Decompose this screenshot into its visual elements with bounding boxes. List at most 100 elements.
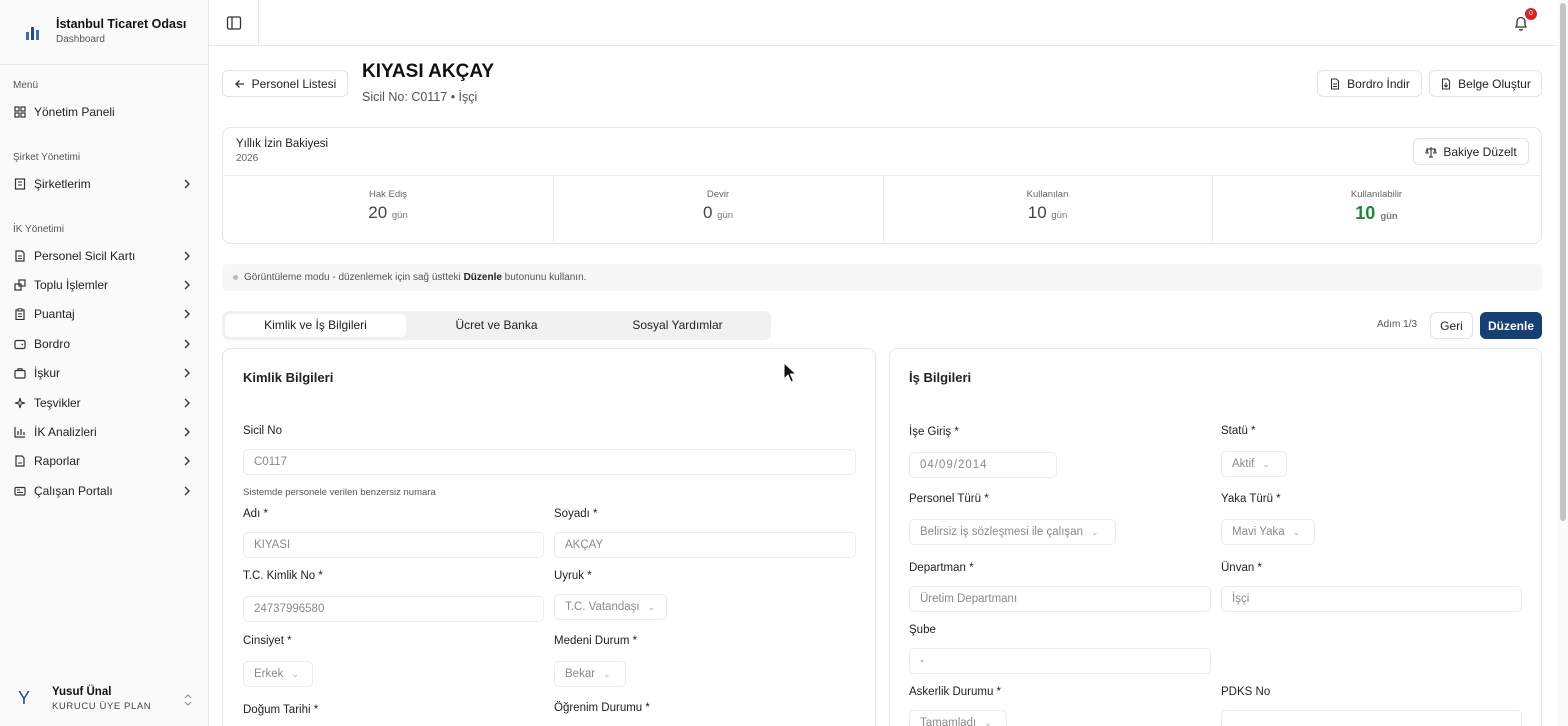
chevron-right-icon — [184, 309, 190, 319]
section-label-sirket: Şirket Yönetimi — [13, 152, 81, 163]
chevrons-up-down-icon — [184, 694, 192, 706]
sidebar-toggle-icon[interactable] — [226, 15, 242, 31]
sidebar-item-label: Çalışan Portalı — [34, 484, 113, 498]
user-menu[interactable]: Y Yusuf Ünal KURUCU ÜYE PLAN — [0, 680, 208, 726]
back-step-button[interactable]: Geri — [1430, 312, 1473, 339]
sidebar-item-iskur[interactable]: İşkur — [8, 360, 201, 386]
giris-date-field[interactable]: 04/09/2014 — [909, 452, 1057, 478]
bordro-download-button[interactable]: Bordro İndir — [1317, 70, 1422, 97]
create-document-button[interactable]: Belge Oluştur — [1429, 70, 1542, 97]
avatar: Y — [18, 688, 31, 708]
chevron-down-icon: ⌄ — [1262, 459, 1270, 469]
cinsiyet-label: Cinsiyet * — [243, 635, 292, 647]
chevron-down-icon: ⌄ — [1090, 527, 1099, 537]
sicil-hint: Sistemde personele verilen benzersiz num… — [243, 487, 436, 498]
soyad-label: Soyadı * — [554, 508, 598, 520]
sicil-field[interactable]: C0117 — [243, 449, 856, 475]
cinsiyet-select[interactable]: Erkek ⌄ — [243, 661, 313, 687]
stat-label: Kullanılan — [1026, 189, 1069, 200]
topbar-divider — [258, 0, 259, 46]
chevron-right-icon — [184, 179, 190, 189]
dogum-label: Doğum Tarihi * — [243, 704, 319, 716]
chevron-down-icon: ⌄ — [984, 718, 992, 726]
sidebar-item-raporlar[interactable]: Raporlar — [8, 448, 201, 474]
file-download-icon — [1442, 77, 1451, 90]
sidebar-item-tesvikler[interactable]: Teşvikler — [8, 390, 201, 416]
leave-balance-card: Yıllık İzin Bakiyesi 2026 Bakiye Düzelt … — [222, 127, 1542, 244]
sidebar-item-label: Personel Sicil Kartı — [34, 249, 136, 263]
chevron-right-icon — [184, 339, 190, 349]
banner-text-after: butonunu kullanın. — [501, 272, 587, 283]
notification-badge: 0 — [1525, 8, 1537, 20]
scale-icon — [1425, 146, 1438, 158]
chevron-down-icon: ⌄ — [647, 602, 656, 612]
medeni-select[interactable]: Bekar ⌄ — [554, 661, 626, 687]
sidebar-item-puantaj[interactable]: Puantaj — [8, 301, 201, 327]
stat-hak-edis: Hak Ediş 20 gün — [223, 175, 553, 243]
stat-number: 20 — [368, 203, 388, 222]
pdks-field[interactable] — [1221, 710, 1522, 726]
identity-title: Kimlik Bilgileri — [243, 370, 334, 385]
sidebar-item-sirketlerim[interactable]: Şirketlerim — [8, 171, 201, 197]
stat-unit: gün — [1380, 211, 1398, 222]
chevron-right-icon — [184, 251, 190, 261]
tc-field[interactable]: 24737996580 — [243, 596, 544, 622]
sube-field[interactable]: - — [909, 648, 1211, 674]
sidebar-item-bordro[interactable]: Bordro — [8, 331, 201, 357]
statu-select[interactable]: Aktif ⌄ — [1221, 451, 1287, 477]
departman-field[interactable]: Üretim Departmanı — [909, 586, 1211, 612]
view-mode-banner: Görüntüleme modu - düzenlemek için sağ ü… — [222, 264, 1542, 291]
wallet-icon — [13, 337, 27, 351]
personel-turu-select[interactable]: Belirsiz iş sözleşmesi ile çalışan ⌄ — [909, 519, 1116, 545]
uyruk-select[interactable]: T.C. Vatandaşı ⌄ — [554, 594, 667, 620]
sidebar-item-toplu-islemler[interactable]: Toplu İşlemler — [8, 272, 201, 298]
sparkle-icon — [13, 396, 27, 410]
unvan-field[interactable]: İşçi — [1221, 586, 1522, 612]
unvan-label: Ünvan * — [1221, 562, 1262, 574]
yaka-select[interactable]: Mavi Yaka ⌄ — [1221, 519, 1315, 545]
back-step-label: Geri — [1440, 318, 1463, 333]
chevron-down-icon: ⌄ — [291, 669, 299, 679]
brand[interactable]: İstanbul Ticaret Odası Dashboard — [0, 0, 208, 65]
section-label-menu: Menü — [13, 80, 39, 91]
ad-label: Adı * — [243, 508, 268, 520]
ogrenim-label: Öğrenim Durumu * — [554, 702, 650, 714]
tc-label: T.C. Kimlik No * — [243, 570, 323, 582]
section-label-ik: İK Yönetimi — [13, 224, 64, 235]
tab-ucret-banka[interactable]: Ücret ve Banka — [406, 314, 587, 337]
scrollbar-thumb[interactable] — [1560, 3, 1566, 521]
stat-devir: Devir 0 gün — [553, 175, 883, 243]
chevron-down-icon: ⌄ — [603, 669, 611, 679]
personel-turu-value: Belirsiz iş sözleşmesi ile çalışan — [920, 526, 1083, 538]
ad-field[interactable]: KIYASI — [243, 532, 544, 558]
stat-value: 10 gün — [883, 203, 1212, 223]
sidebar-item-ik-analizleri[interactable]: İK Analizleri — [8, 419, 201, 445]
page-title: KIYASI AKÇAY — [362, 61, 494, 82]
askerlik-select[interactable]: Tamamladı ⌄ — [909, 710, 1007, 726]
askerlik-value: Tamamladı — [920, 717, 977, 726]
sidebar-item-label: Raporlar — [34, 454, 81, 468]
uyruk-value: T.C. Vatandaşı — [565, 601, 640, 613]
tab-sosyal-yardimlar[interactable]: Sosyal Yardımlar — [587, 314, 768, 337]
tab-kimlik-is[interactable]: Kimlik ve İş Bilgileri — [225, 314, 406, 337]
bar-chart-logo-icon — [26, 27, 39, 40]
stat-label: Devir — [706, 189, 730, 200]
edit-button[interactable]: Düzenle — [1480, 312, 1542, 339]
stat-unit: gün — [717, 210, 734, 221]
sicil-label: Sicil No — [243, 425, 282, 437]
brand-title: İstanbul Ticaret Odası — [56, 17, 187, 31]
sube-label: Şube — [909, 624, 936, 636]
chevron-right-icon — [184, 456, 190, 466]
user-name: Yusuf Ünal — [52, 686, 112, 698]
info-dot-icon — [233, 275, 238, 280]
sidebar-item-personel-sicil[interactable]: Personel Sicil Kartı — [8, 243, 201, 269]
stat-number: 10 — [1355, 203, 1376, 223]
sidebar-item-yonetim-paneli[interactable]: Yönetim Paneli — [8, 99, 201, 125]
cinsiyet-value: Erkek — [254, 668, 284, 680]
soyad-field[interactable]: AKÇAY — [554, 532, 856, 558]
adjust-balance-button[interactable]: Bakiye Düzelt — [1413, 138, 1529, 165]
sidebar-item-label: Puantaj — [34, 307, 75, 321]
sidebar-item-calisan-portali[interactable]: Çalışan Portalı — [8, 478, 201, 504]
stat-value: 20 gün — [223, 203, 553, 223]
back-to-list-button[interactable]: Personel Listesi — [222, 70, 348, 97]
